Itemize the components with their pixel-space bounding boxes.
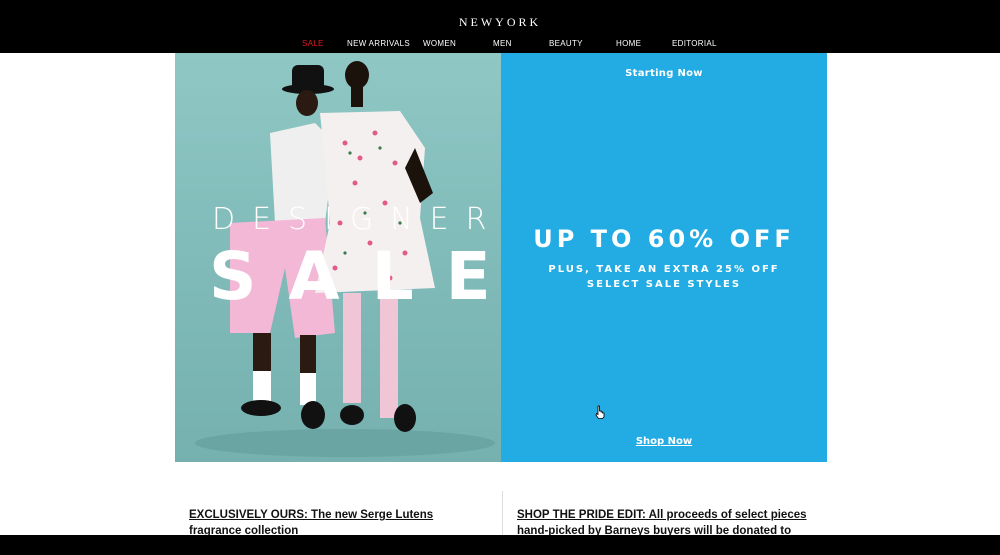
- nav-item-beauty[interactable]: BEAUTY: [549, 39, 583, 48]
- main-nav: SALE NEW ARRIVALS WOMEN MEN BEAUTY HOME …: [0, 39, 1000, 51]
- nav-item-men[interactable]: MEN: [493, 39, 512, 48]
- hero-image-title-designer: DESIGNER: [212, 202, 501, 237]
- site-logo[interactable]: NEWYORK: [0, 15, 1000, 30]
- top-header: NEWYORK SALE NEW ARRIVALS WOMEN MEN BEAU…: [0, 0, 1000, 53]
- nav-item-sale[interactable]: SALE: [302, 39, 324, 48]
- nav-item-editorial[interactable]: EDITORIAL: [672, 39, 717, 48]
- nav-item-new-arrivals[interactable]: NEW ARRIVALS: [347, 39, 410, 48]
- promo-divider: [502, 491, 503, 535]
- nav-item-women[interactable]: WOMEN: [423, 39, 456, 48]
- page-content: DESIGNER SALE Starting Now UP TO 60% OFF…: [0, 53, 1000, 535]
- shop-now-link[interactable]: Shop Now: [501, 436, 827, 447]
- sale-subheadline: PLUS, TAKE AN EXTRA 25% OFF SELECT SALE …: [548, 264, 780, 290]
- bottom-bar: [0, 535, 1000, 555]
- sale-headline: UP TO 60% OFF: [533, 225, 795, 253]
- hero-image-title-sale: SALE: [209, 238, 501, 315]
- promo-link-pride-edit[interactable]: SHOP THE PRIDE EDIT: All proceeds of sel…: [517, 507, 807, 535]
- starting-now-text: Starting Now: [625, 68, 703, 79]
- hero-image[interactable]: DESIGNER SALE: [175, 53, 501, 462]
- hero-promo-panel[interactable]: Starting Now UP TO 60% OFF PLUS, TAKE AN…: [501, 53, 827, 462]
- hand-cursor-icon: [595, 405, 605, 419]
- nav-item-home[interactable]: HOME: [616, 39, 641, 48]
- promo-link-serge-lutens[interactable]: EXCLUSIVELY OURS: The new Serge Lutens f…: [189, 507, 459, 535]
